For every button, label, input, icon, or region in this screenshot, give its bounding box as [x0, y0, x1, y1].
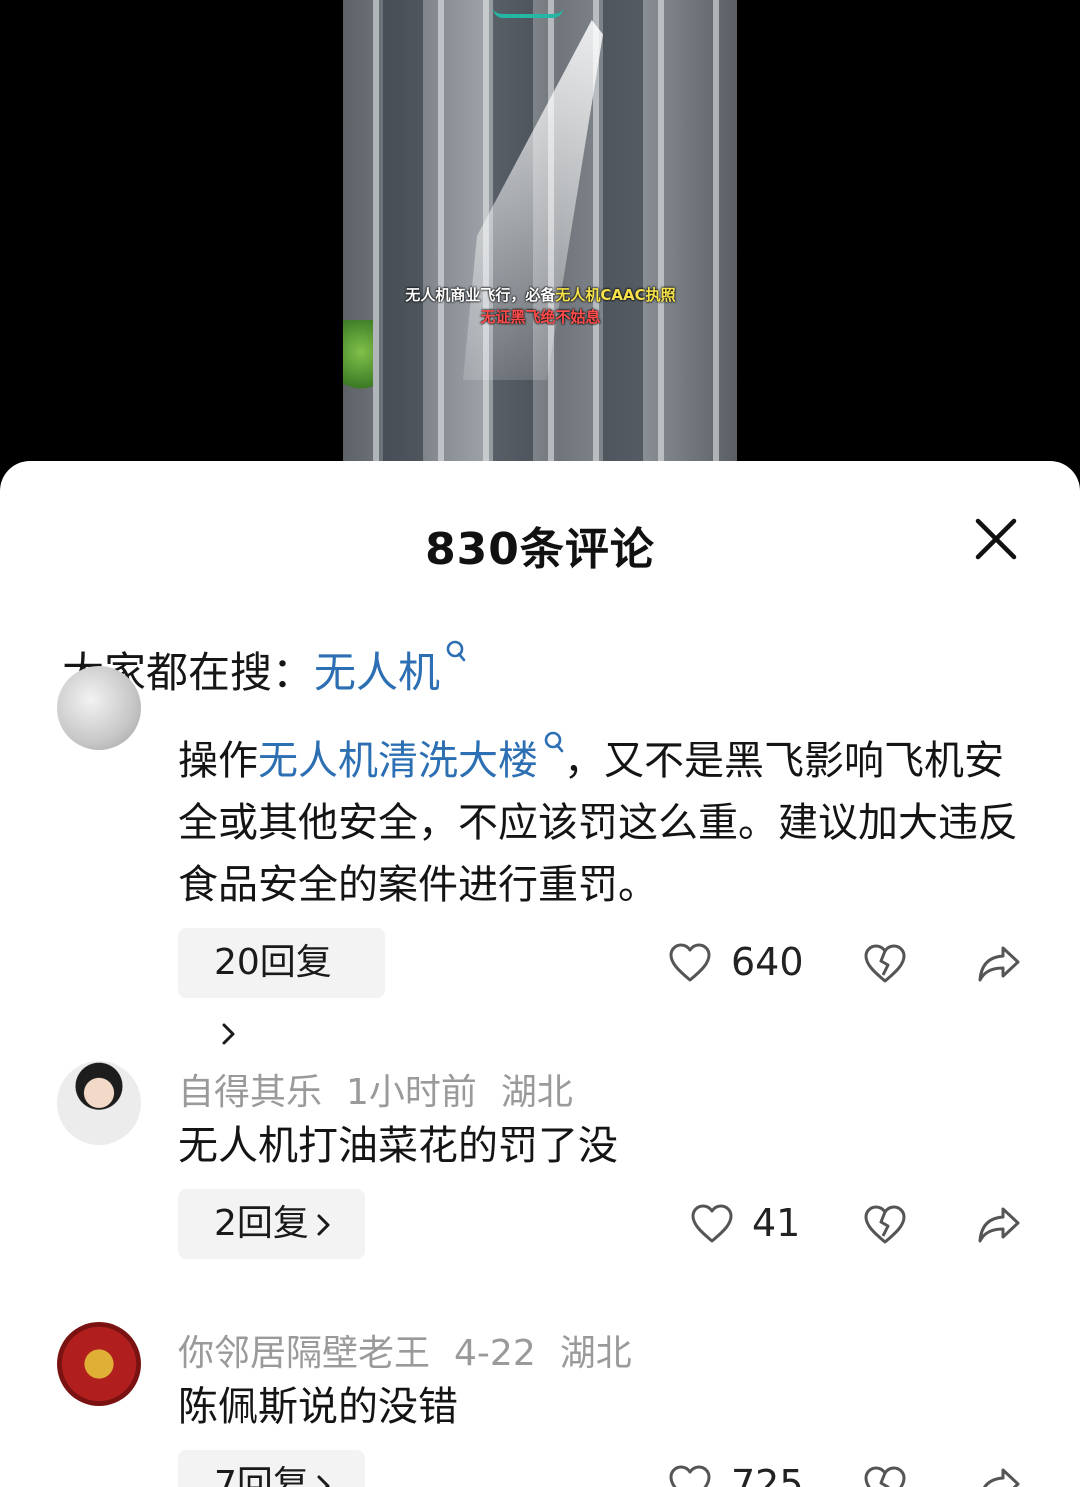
tree-leaves — [343, 320, 373, 400]
avatar[interactable] — [57, 666, 141, 750]
share-button[interactable] — [976, 1203, 1022, 1247]
timestamp: 4-22 — [454, 1333, 536, 1374]
close-icon — [975, 518, 1017, 560]
sheet-title: 830条评论 — [425, 524, 655, 575]
comment-body: 操作无人机清洗大楼 ，又不是黑飞影响飞机安全或其他安全，不应该罚这么重。建议加大违… — [178, 730, 1028, 916]
view-replies-button[interactable]: 7回复 — [178, 1450, 365, 1487]
broken-heart-icon — [864, 944, 906, 983]
window-mullion — [658, 0, 664, 470]
like-button[interactable]: 725 — [668, 1462, 804, 1487]
video-player[interactable] — [343, 0, 737, 470]
comment-body: 陈佩斯说的没错 — [178, 1384, 458, 1430]
reply-count-label: 2回复 — [214, 1203, 309, 1244]
broken-heart-icon — [864, 1466, 906, 1487]
like-count: 725 — [731, 1462, 804, 1487]
trending-keyword[interactable]: 无人机 — [314, 648, 440, 697]
comment-keyword-link[interactable]: 无人机清洗大楼 — [258, 738, 538, 784]
broken-heart-icon — [864, 1205, 906, 1244]
timestamp: 1小时前 — [346, 1072, 477, 1113]
window-pane — [603, 0, 643, 470]
heart-icon — [669, 1465, 711, 1487]
username[interactable]: 你邻居隔壁老王 — [178, 1333, 430, 1374]
heart-icon — [669, 943, 711, 982]
window-pane — [383, 0, 423, 470]
window-mullion — [438, 0, 444, 470]
view-replies-button[interactable]: 2回复 — [178, 1189, 365, 1259]
dislike-button[interactable] — [862, 1203, 908, 1247]
chevron-right-icon — [222, 1023, 235, 1045]
reply-count-label: 20回复 — [214, 942, 332, 983]
drone — [493, 0, 563, 18]
view-replies-button[interactable]: 20回复 — [178, 928, 385, 1045]
video-caption: 无人机商业飞行，必备无人机CAAC执照 无证黑飞绝不姑息 — [383, 284, 698, 328]
window-mullion — [373, 0, 379, 470]
comment-meta: 你邻居隔壁老王 4-22 湖北 — [178, 1324, 656, 1376]
like-button[interactable]: 41 — [690, 1201, 801, 1247]
caption-line-2: 无证黑飞绝不姑息 — [480, 308, 601, 326]
dislike-button[interactable] — [862, 942, 908, 986]
share-button[interactable] — [976, 1464, 1022, 1487]
like-count: 41 — [752, 1201, 801, 1245]
avatar[interactable] — [57, 1061, 141, 1145]
comment-body: 无人机打油菜花的罚了没 — [178, 1123, 618, 1169]
reply-count-label: 7回复 — [214, 1464, 309, 1487]
share-button[interactable] — [976, 942, 1022, 986]
dislike-button[interactable] — [862, 1464, 908, 1487]
share-icon — [978, 946, 1020, 982]
chevron-right-icon — [317, 1475, 330, 1487]
like-count: 640 — [731, 940, 804, 984]
location: 湖北 — [559, 1333, 632, 1374]
share-icon — [978, 1207, 1020, 1243]
location: 湖北 — [500, 1072, 573, 1113]
chevron-right-icon — [317, 1214, 330, 1236]
caption-highlight: 无人机CAAC执照 — [555, 286, 676, 304]
avatar[interactable] — [57, 1322, 141, 1406]
comment-sheet: 830条评论 大家都在搜：无人机 操作无人机清洗大楼 ，又不是黑飞影响飞机安全或其… — [0, 461, 1080, 1487]
heart-icon — [691, 1204, 733, 1243]
share-icon — [983, 1468, 1020, 1487]
search-icon — [446, 640, 466, 662]
comment-text: 操作 — [178, 738, 258, 784]
comment-meta: 自得其乐 1小时前 湖北 — [178, 1063, 597, 1115]
username[interactable]: 自得其乐 — [178, 1072, 322, 1113]
caption-text: 无人机商业飞行，必备 — [405, 286, 556, 304]
window-mullion — [713, 0, 719, 470]
like-button[interactable]: 640 — [668, 940, 804, 986]
close-button[interactable] — [968, 511, 1024, 567]
search-icon — [544, 731, 564, 753]
